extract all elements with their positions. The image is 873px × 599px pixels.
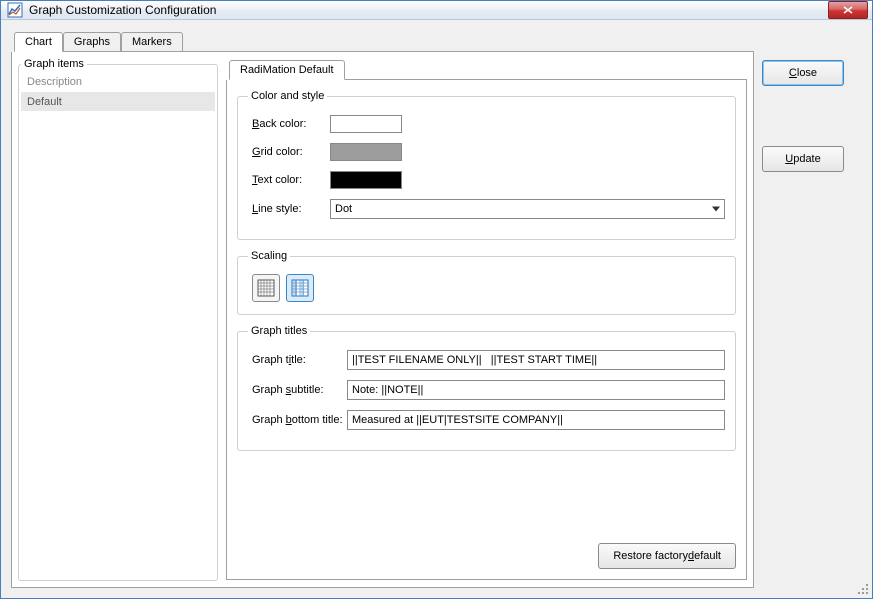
color-style-legend: Color and style bbox=[248, 90, 327, 102]
graph-title-input[interactable] bbox=[347, 350, 725, 370]
detail-column: RadiMation Default Color and style Back … bbox=[226, 58, 747, 581]
window-close-button[interactable] bbox=[828, 1, 868, 19]
inner-tab-radimation-default[interactable]: RadiMation Default bbox=[229, 60, 345, 80]
inner-tab-body: Color and style Back color: Grid color: bbox=[226, 80, 747, 580]
right-panel: Close Update bbox=[762, 30, 862, 588]
row-graph-bottom-title: Graph bottom title: bbox=[252, 410, 725, 430]
app-icon bbox=[7, 2, 23, 18]
client-area: Chart Graphs Markers Graph items Descrip… bbox=[1, 20, 872, 598]
graph-items-list: Default bbox=[21, 93, 215, 111]
tab-markers[interactable]: Markers bbox=[121, 32, 183, 51]
line-style-label: Line style: bbox=[252, 203, 330, 215]
graph-bottom-title-label: Graph bottom title: bbox=[252, 414, 347, 426]
scaling-log-button[interactable] bbox=[286, 274, 314, 302]
titlebar: Graph Customization Configuration bbox=[1, 1, 872, 20]
window-root: Graph Customization Configuration Chart … bbox=[0, 0, 873, 599]
row-line-style: Line style: Dot bbox=[252, 199, 725, 219]
graph-items-group: Graph items Description Default bbox=[18, 58, 218, 581]
tab-chart-content: Graph items Description Default RadiMati… bbox=[18, 58, 747, 581]
graph-items-legend: Graph items bbox=[21, 58, 87, 70]
row-graph-title: Graph title: bbox=[252, 350, 725, 370]
row-text-color: Text color: bbox=[252, 171, 725, 189]
tab-chart[interactable]: Chart bbox=[14, 32, 63, 52]
chevron-down-icon bbox=[712, 207, 720, 212]
row-graph-subtitle: Graph subtitle: bbox=[252, 380, 725, 400]
scaling-legend: Scaling bbox=[248, 250, 290, 262]
row-grid-color: Grid color: bbox=[252, 143, 725, 161]
graph-subtitle-label: Graph subtitle: bbox=[252, 384, 347, 396]
color-style-group: Color and style Back color: Grid color: bbox=[237, 90, 736, 240]
text-color-swatch[interactable] bbox=[330, 171, 402, 189]
window-title: Graph Customization Configuration bbox=[29, 3, 828, 17]
resize-grip[interactable] bbox=[856, 582, 870, 596]
main-tabstrip: Chart Graphs Markers bbox=[14, 30, 754, 52]
graph-bottom-title-input[interactable] bbox=[347, 410, 725, 430]
back-color-label: Back color: bbox=[252, 118, 330, 130]
graph-items-header: Description bbox=[21, 72, 215, 93]
titles-group: Graph titles Graph title: Graph subtitle… bbox=[237, 325, 736, 451]
back-color-swatch[interactable] bbox=[330, 115, 402, 133]
grid-color-swatch[interactable] bbox=[330, 143, 402, 161]
inner-tabstrip: RadiMation Default bbox=[229, 58, 747, 80]
grid-color-label: Grid color: bbox=[252, 146, 330, 158]
graph-subtitle-input[interactable] bbox=[347, 380, 725, 400]
graph-title-label: Graph title: bbox=[252, 354, 347, 366]
tab-body: Graph items Description Default RadiMati… bbox=[11, 52, 754, 588]
scaling-buttons bbox=[252, 274, 721, 302]
scaling-linear-button[interactable] bbox=[252, 274, 280, 302]
tab-graphs[interactable]: Graphs bbox=[63, 32, 121, 51]
restore-default-button[interactable]: Restore factory default bbox=[598, 543, 736, 569]
text-color-label: Text color: bbox=[252, 174, 330, 186]
update-button[interactable]: Update bbox=[762, 146, 844, 172]
line-style-combo[interactable]: Dot bbox=[330, 199, 725, 219]
scaling-group: Scaling bbox=[237, 250, 736, 315]
close-button[interactable]: Close bbox=[762, 60, 844, 86]
row-back-color: Back color: bbox=[252, 115, 725, 133]
titles-legend: Graph titles bbox=[248, 325, 310, 337]
line-style-value: Dot bbox=[335, 203, 352, 215]
list-item[interactable]: Default bbox=[21, 93, 215, 111]
main-pane: Chart Graphs Markers Graph items Descrip… bbox=[11, 30, 754, 588]
restore-row: Restore factory default bbox=[598, 543, 736, 569]
